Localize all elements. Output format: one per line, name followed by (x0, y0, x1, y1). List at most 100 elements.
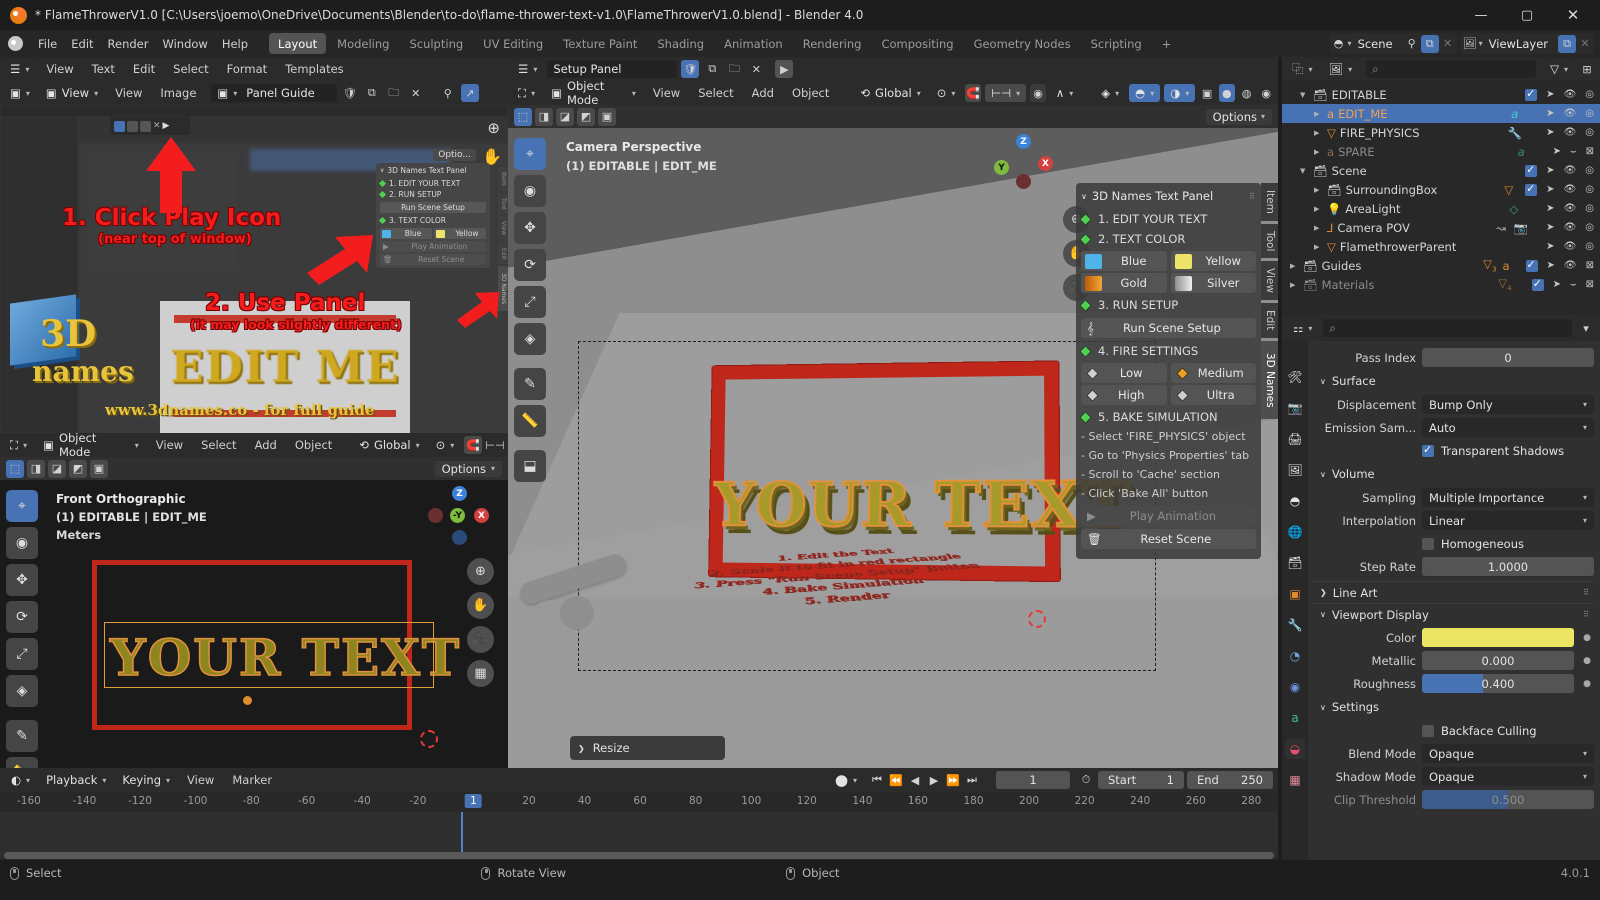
expand-triangle-icon[interactable]: ▶ (1314, 186, 1323, 194)
select-extend-icon[interactable]: ◨ (535, 107, 553, 126)
render-icon[interactable]: ◎ (1585, 89, 1594, 101)
image-menu-view[interactable]: View (108, 83, 149, 103)
editor-type-selector[interactable]: ⚏ ▾ (1287, 319, 1319, 337)
line-art-section-header[interactable]: ❯ Line Art ⠿ (1312, 581, 1594, 603)
render-icon[interactable]: ◎ (1585, 108, 1594, 119)
blend-mode-dropdown[interactable]: Opaque ▾ (1422, 744, 1594, 763)
animate-property-dot-icon[interactable]: ● (1580, 656, 1594, 666)
expand-triangle-icon[interactable]: ▶ (1290, 281, 1299, 289)
axis-z[interactable]: Z (452, 486, 467, 501)
editor-type-selector[interactable]: ☰ ▾ (4, 60, 36, 78)
render-disabled-icon[interactable]: ⊠ (1586, 260, 1594, 272)
viewport-menu-select[interactable]: Select (691, 83, 740, 103)
tab-object-data[interactable]: a (1285, 708, 1305, 728)
select-extend-icon[interactable]: ◨ (27, 459, 45, 478)
tab-material[interactable]: ◒ (1285, 739, 1305, 759)
unlink-text-icon[interactable]: ✕ (747, 60, 765, 78)
color-button-gold[interactable]: Gold (1081, 273, 1167, 293)
viewport-menu-object[interactable]: Object (288, 435, 339, 455)
sidebar-tab-tool[interactable]: Tool (1261, 223, 1278, 259)
open-text-icon[interactable]: 🗀 (725, 60, 743, 78)
color-button-yellow[interactable]: Yellow (1170, 251, 1256, 271)
step-rate-row[interactable]: Step Rate 1.0000 (1312, 556, 1594, 577)
render-icon[interactable]: ◎ (1585, 222, 1594, 233)
tab-texture[interactable]: ▦ (1285, 770, 1305, 790)
workspace-tab-animation[interactable]: Animation (715, 33, 792, 54)
workspace-tab-uv-editing[interactable]: UV Editing (474, 33, 552, 54)
outliner-row-scene[interactable]: ▼ 🗃 Scene ➤👁◎ (1282, 161, 1600, 180)
tab-view-layer[interactable]: 🖼 (1285, 460, 1305, 480)
sidebar-tab-view[interactable]: View (1261, 261, 1278, 301)
select-invert-icon[interactable]: ◩ (577, 107, 595, 126)
outliner-filter[interactable]: ▽ ▾ (1544, 60, 1574, 78)
menu-render[interactable]: Render (101, 34, 156, 54)
workspace-tab-sculpting[interactable]: Sculpting (400, 33, 472, 54)
select-box-icon[interactable]: ⬚ (514, 107, 532, 126)
timeline-menu-marker[interactable]: Marker (225, 770, 279, 790)
text-menu-edit[interactable]: Edit (126, 59, 162, 79)
expand-triangle-icon[interactable]: ▶ (1314, 148, 1323, 156)
tool-transform[interactable]: ◈ (514, 323, 546, 355)
expand-triangle-icon[interactable]: ▶ (1314, 205, 1323, 213)
exclude-checkbox[interactable] (1525, 182, 1538, 196)
viewport-color-swatch[interactable] (1422, 628, 1574, 647)
mode-selector[interactable]: ▣ Object Mode ▾ (545, 81, 642, 107)
blender-menu-icon[interactable] (8, 36, 23, 51)
snap-settings[interactable]: ⊢⊣ ▾ (985, 84, 1027, 102)
current-frame-field[interactable]: 1 (996, 771, 1070, 789)
eye-icon[interactable]: 👁 (1564, 127, 1577, 138)
selectable-icon[interactable]: ➤ (1546, 89, 1554, 101)
selectable-icon[interactable]: ➤ (1546, 222, 1554, 233)
viewport-text-object[interactable]: YOUR TEXT (712, 466, 1133, 543)
tool-annotate[interactable]: ✎ (6, 720, 38, 752)
workspace-tab-texture-paint[interactable]: Texture Paint (554, 33, 646, 54)
sampling-row[interactable]: Sampling Multiple Importance ▾ (1312, 487, 1594, 508)
image-menu-image[interactable]: Image (153, 83, 203, 103)
viewport-menu-view[interactable]: View (149, 435, 190, 455)
jump-to-end-button[interactable]: ⏭ (963, 771, 981, 789)
fire-level-medium[interactable]: Medium (1170, 363, 1256, 383)
outliner-display-mode[interactable]: 🖼 ▾ (1322, 60, 1359, 78)
fire-level-high[interactable]: High (1081, 385, 1167, 405)
new-collection-icon[interactable]: ⊞ (1578, 60, 1596, 78)
timeline-menu-keying[interactable]: Keying ▾ (116, 771, 177, 789)
sampling-dropdown[interactable]: Multiple Importance ▾ (1422, 488, 1594, 507)
editor-type-selector[interactable]: ⿻ ▾ (1286, 60, 1319, 78)
tool-rotate[interactable]: ⟳ (6, 601, 38, 633)
outliner-row-spare[interactable]: ▶ a SPARE a ➤ ⌣ ⊠ (1282, 142, 1600, 161)
transparent-shadows-checkbox[interactable] (1422, 443, 1434, 457)
homogeneous-checkbox[interactable] (1422, 537, 1434, 550)
image-editor-mode[interactable]: ▣ View ▾ (39, 84, 105, 102)
scene-selector[interactable]: ◓ ▾ Scene ⚲ ⧉ ✕ (1329, 33, 1457, 54)
duplicate-image-icon[interactable]: ⧉ (363, 84, 381, 102)
render-icon[interactable]: ◎ (1585, 165, 1594, 177)
surface-section-header[interactable]: ∨ Surface (1312, 370, 1594, 392)
tool-select-box[interactable]: ⌖ (6, 490, 38, 522)
properties-search-input[interactable]: ⌕ (1323, 319, 1572, 337)
select-box-icon[interactable]: ⬚ (6, 459, 24, 478)
editor-type-selector[interactable]: ▣ ▾ (4, 84, 36, 102)
viewlayer-selector[interactable]: 🖼 ▾ ViewLayer ⧉ ✕ (1460, 33, 1594, 54)
exclude-checkbox[interactable] (1525, 87, 1538, 101)
editor-type-selector[interactable]: ☰ ▾ (512, 60, 544, 78)
axis-y[interactable]: -Y (450, 508, 465, 523)
sidebar-tab-3d-names[interactable]: 3D Names (1261, 340, 1278, 420)
exclude-checkbox[interactable] (1525, 258, 1538, 272)
duplicate-text-icon[interactable]: ⧉ (703, 60, 721, 78)
sidebar-tab-edit[interactable]: Edit (1261, 303, 1278, 338)
play-animation-button[interactable]: ▶ Play Animation (1081, 506, 1256, 526)
tool-add-cube[interactable]: ⬓ (514, 450, 546, 482)
proportional-edit-icon[interactable]: ◉ (1030, 84, 1046, 102)
menu-edit[interactable]: Edit (64, 34, 100, 54)
tool-move[interactable]: ✥ (6, 564, 38, 596)
expand-triangle-icon[interactable]: ▼ (1300, 167, 1309, 175)
xray-toggle[interactable]: ◑ ▾ (1164, 84, 1196, 102)
sidebar-tab-item[interactable]: Item (1261, 183, 1278, 221)
expand-triangle-icon[interactable]: ▶ (1314, 110, 1323, 118)
exclude-checkbox[interactable] (1531, 277, 1544, 291)
viewport-left-axis-gizmo[interactable]: Z X -Y (428, 486, 490, 548)
fire-level-ultra[interactable]: Ultra (1170, 385, 1256, 405)
fire-level-low[interactable]: Low (1081, 363, 1167, 383)
outliner-tree[interactable]: ▼ 🗃 EDITABLE ➤👁◎ ▶ a EDIT_ME a ➤👁◎ ▶ ▽ F… (1282, 81, 1600, 315)
tool-select-box[interactable]: ⌖ (514, 138, 546, 170)
